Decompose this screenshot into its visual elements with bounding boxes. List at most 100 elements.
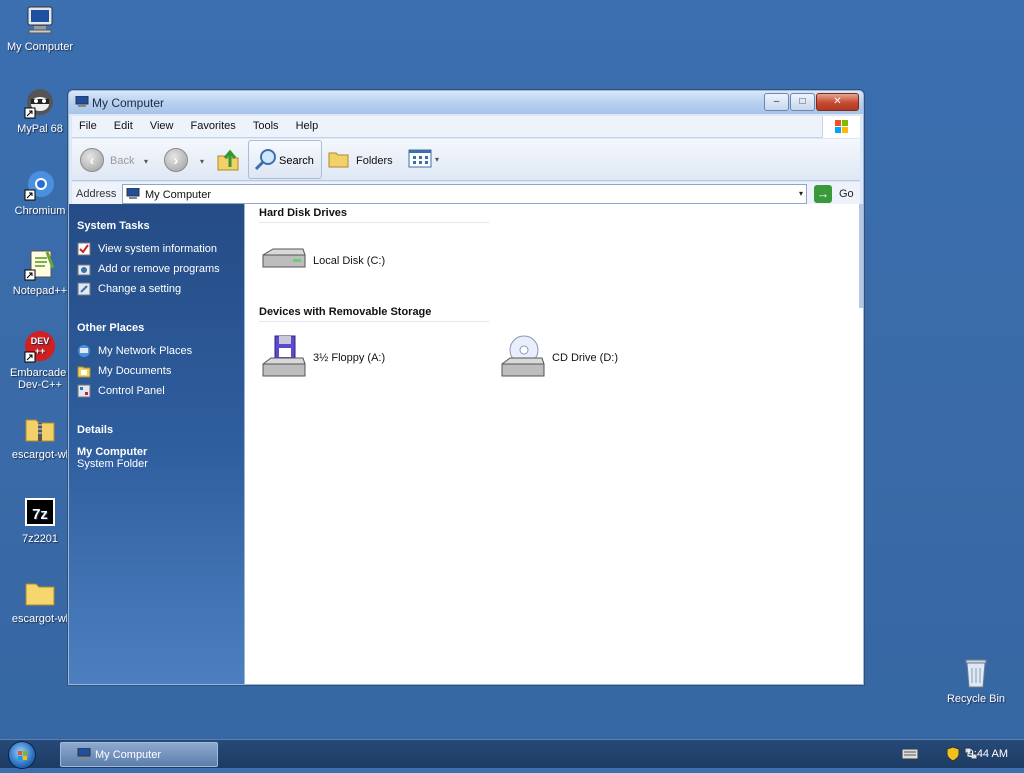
menu-view[interactable]: View — [143, 116, 181, 132]
go-arrow-icon: → — [814, 185, 832, 203]
back-label: Back — [110, 155, 135, 167]
change-setting-link[interactable]: Change a setting — [77, 282, 244, 302]
menu-bar: File Edit View Favorites Tools Help — [72, 116, 860, 138]
my-computer-window[interactable]: My Computer – □ ✕ File Edit View Favorit… — [67, 89, 865, 686]
search-button[interactable]: Search — [248, 140, 322, 179]
place-label: Control Panel — [98, 385, 165, 397]
taskbar: My Computer 9:44 AM — [0, 739, 1024, 769]
task-label: View system information — [98, 243, 218, 255]
task-pane: System Tasks View system information Add… — [69, 204, 244, 684]
windows-logo-icon — [822, 116, 860, 138]
minimize-button[interactable]: – — [764, 93, 789, 111]
view-system-information-link[interactable]: View system information — [77, 242, 244, 262]
recycle-bin-icon — [959, 656, 993, 690]
other-places-title[interactable]: Other Places — [77, 322, 244, 334]
security-shield-icon[interactable] — [946, 746, 960, 765]
address-input[interactable]: My Computer ▾ — [122, 184, 807, 204]
my-documents-link[interactable]: My Documents — [77, 364, 244, 384]
start-button[interactable] — [8, 741, 36, 769]
mypal-icon — [23, 86, 57, 120]
up-folder-icon — [216, 147, 240, 176]
views-icon — [408, 149, 432, 172]
my-computer-icon — [23, 4, 57, 38]
title-bar[interactable]: My Computer – □ ✕ — [69, 91, 863, 114]
search-icon — [253, 147, 279, 176]
toolbar: ‹ Back ▾ › ▾ Search Folders ▾ — [72, 139, 860, 181]
address-dropdown-icon[interactable]: ▾ — [799, 189, 803, 198]
chromium-icon — [23, 168, 57, 202]
content-pane: Hard Disk Drives Local Disk (C:) Devices… — [244, 204, 863, 684]
floppy-drive-a[interactable]: 3½ Floppy (A:) — [259, 334, 439, 382]
views-button[interactable]: ▾ — [408, 145, 444, 175]
scrollbar[interactable] — [859, 204, 863, 308]
details-name: My Computer — [77, 446, 148, 458]
control-panel-link[interactable]: Control Panel — [77, 384, 244, 404]
back-button[interactable]: ‹ Back — [80, 145, 150, 175]
folders-icon — [328, 149, 350, 172]
add-remove-programs-link[interactable]: Add or remove programs — [77, 262, 244, 282]
address-value: My Computer — [145, 189, 212, 201]
devcpp-icon: DEV ++ — [23, 330, 57, 364]
forward-dropdown-icon[interactable]: ▾ — [200, 157, 204, 166]
svg-text:++: ++ — [35, 346, 46, 356]
up-folder-button[interactable] — [216, 145, 240, 175]
cd-drive-d[interactable]: CD Drive (D:) — [498, 334, 678, 382]
drive-label: CD Drive (D:) — [552, 352, 618, 364]
hard-drive-icon — [259, 237, 307, 285]
notepadpp-icon — [23, 248, 57, 282]
desktop-icon-my-computer[interactable]: My Computer — [1, 4, 79, 53]
menu-favorites[interactable]: Favorites — [184, 116, 243, 132]
system-info-icon — [77, 242, 91, 256]
forward-arrow-icon: › — [164, 148, 188, 172]
go-label: Go — [839, 188, 854, 200]
zip-folder-icon — [23, 412, 57, 446]
7zip-icon: 7z — [23, 496, 57, 530]
clock[interactable]: 9:44 AM — [968, 748, 1008, 760]
task-label: Add or remove programs — [98, 263, 220, 275]
network-places-icon — [77, 344, 91, 358]
place-label: My Network Places — [98, 345, 193, 357]
control-panel-icon — [77, 384, 91, 398]
taskbar-button-label: My Computer — [95, 749, 162, 761]
details-type: System Folder — [77, 458, 148, 470]
window-body: System Tasks View system information Add… — [69, 204, 863, 684]
desktop-icon-label: My Computer — [6, 41, 74, 53]
go-button[interactable]: → Go — [814, 185, 860, 203]
settings-icon — [77, 282, 91, 296]
views-dropdown-icon: ▾ — [435, 155, 440, 164]
back-dropdown-icon[interactable]: ▾ — [144, 157, 148, 166]
svg-text:7z: 7z — [32, 506, 48, 523]
add-remove-icon — [77, 262, 91, 276]
documents-icon — [77, 364, 91, 378]
drive-label: 3½ Floppy (A:) — [313, 352, 386, 364]
my-network-places-link[interactable]: My Network Places — [77, 344, 244, 364]
address-label: Address — [76, 188, 117, 200]
keyboard-icon[interactable] — [901, 748, 919, 762]
close-button[interactable]: ✕ — [816, 93, 859, 111]
desktop-icon-label: Recycle Bin — [946, 693, 1006, 705]
local-disk-c[interactable]: Local Disk (C:) — [259, 237, 439, 285]
menu-help[interactable]: Help — [289, 116, 326, 132]
taskbar-button-my-computer[interactable]: My Computer — [60, 742, 218, 767]
menu-edit[interactable]: Edit — [107, 116, 140, 132]
menu-tools[interactable]: Tools — [246, 116, 286, 132]
folders-label: Folders — [356, 155, 393, 167]
menu-file[interactable]: File — [72, 116, 104, 132]
desktop-icon-recycle-bin[interactable]: Recycle Bin — [937, 656, 1015, 705]
address-bar: Address My Computer ▾ → Go — [72, 182, 860, 206]
hard-disk-drives-header: Hard Disk Drives — [259, 207, 489, 223]
system-tasks-title[interactable]: System Tasks — [77, 220, 244, 232]
forward-button[interactable]: › — [164, 145, 192, 175]
windows-logo-icon — [18, 751, 27, 760]
maximize-button[interactable]: □ — [790, 93, 815, 111]
computer-icon — [75, 95, 89, 108]
folders-button[interactable]: Folders — [328, 145, 400, 175]
task-label: Change a setting — [98, 283, 182, 295]
svg-text:DEV: DEV — [31, 336, 50, 346]
computer-icon — [126, 187, 140, 200]
system-tray: 9:44 AM — [874, 740, 1024, 769]
details-title[interactable]: Details — [77, 424, 244, 436]
window-title: My Computer — [92, 96, 165, 110]
folder-icon — [23, 576, 57, 610]
back-arrow-icon: ‹ — [80, 148, 104, 172]
